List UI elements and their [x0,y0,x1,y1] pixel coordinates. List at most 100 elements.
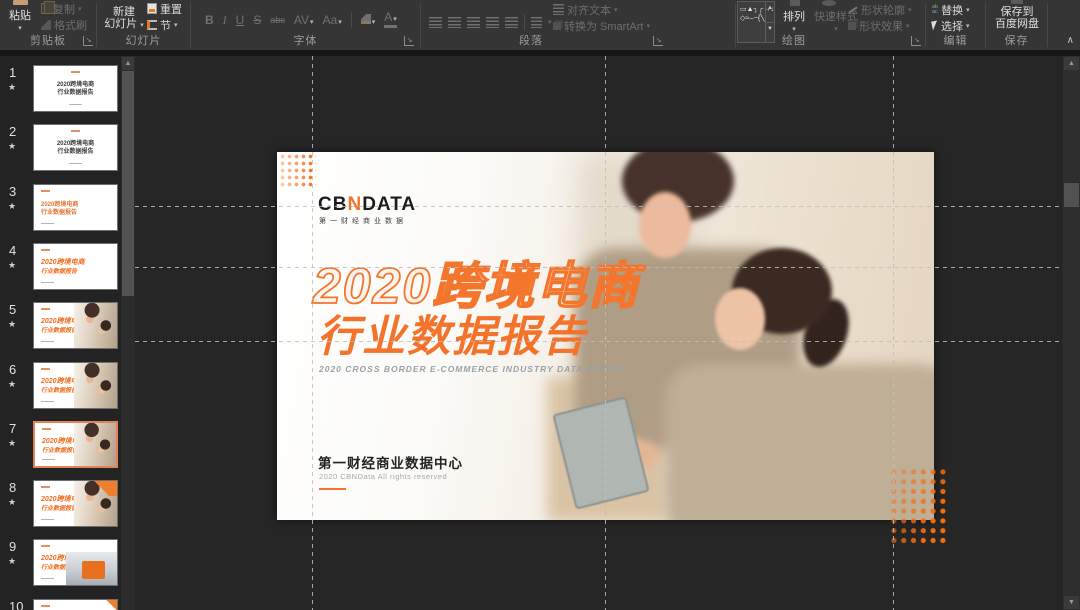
horizontal-guide-3[interactable] [135,341,1063,342]
ribbon-group-slides: 新建 幻灯片 ▾ 重置 节▾ 幻灯片 [97,0,190,50]
slide-number: 7 [9,421,16,436]
clipboard-dialog-launcher[interactable]: ↘ [83,36,93,46]
slide-number: 10 [9,599,23,610]
copy-icon [41,3,50,14]
slide-thumbnail-item[interactable]: 8 ★ 2020跨境电商 行业数据报告 [0,480,121,530]
ribbon-group-paragraph: ▾ 对齐文本▾ 转换为 SmartArt▾ 段落 ↘ [421,0,735,50]
slide-thumbnail[interactable]: 2020跨境电商 行业数据报告 [33,362,118,409]
paragraph-dialog-launcher[interactable]: ↘ [653,36,663,46]
select-button[interactable]: 选择▾ [932,18,970,33]
format-painter-button: 格式刷 [41,17,87,32]
distribute-icon [505,17,518,28]
logo-subtext: 第一财经商业数据 [319,216,407,226]
paste-dropdown-arrow[interactable]: ▾ [3,24,37,32]
slide-thumbnail[interactable]: 2020跨境电商 行业数据报告 [33,539,118,586]
slide-thumbnail-item[interactable]: 9 ★ 2020跨境电商 行业数据报告 [0,539,121,589]
cbndata-logo[interactable]: CBNDATA [318,194,416,216]
dots-pattern-bottom-right [889,467,947,546]
strikethrough-button: S [253,13,261,27]
reset-button[interactable]: 重置 [147,1,182,16]
font-dialog-launcher[interactable]: ↘ [404,36,414,46]
slide-thumbnail-item[interactable]: 10 ★ 2020跨境电商 行业数据报告 [0,599,121,610]
align-right-icon [467,17,480,28]
thumbnail-accent [82,481,117,496]
shape-effects-icon [848,22,856,30]
align-text-button: 对齐文本▾ [553,2,618,17]
slide-number: 8 [9,480,16,495]
justify-icon [486,17,499,28]
drawing-dialog-launcher[interactable]: ↘ [911,36,921,46]
copy-button: 复制▾ [41,1,82,16]
slide-number: 2 [9,124,16,139]
replace-button[interactable]: abac 替换▾ [932,2,970,17]
slide-number: 1 [9,65,16,80]
canvas-scroll-down-button[interactable]: ▼ [1064,596,1079,609]
font-color-button: A▾ [384,12,397,28]
slide-number: 3 [9,184,16,199]
slide-subtitle-english[interactable]: 2020 CROSS BORDER E-COMMERCE INDUSTRY DA… [319,364,628,374]
slide-thumbnail-item[interactable]: 2 ★ 2020跨境电商 行业数据报告 [0,124,121,174]
shape-outline-icon [848,6,857,13]
ribbon-group-drawing: ▭▲┐┌→↓ ◇≈⌢~{╲ ▲▼ 排列 ▾ 快速样式 ▾ 形状轮廓▾ 形状效果▾ [736,0,925,50]
slide-thumbnail[interactable]: 2020跨境电商 行业数据报告 [33,599,118,610]
select-cursor-icon [931,20,939,30]
vertical-guide-1[interactable] [312,56,313,610]
highlight-pen-icon [361,14,371,24]
thumbnail-photo [74,363,117,408]
clipboard-group-label: 剪贴板 [0,32,96,48]
canvas-scrollbar-thumb[interactable] [1064,183,1079,207]
paste-label: 粘贴 [9,10,31,22]
slide-thumbnail[interactable]: 2020跨境电商 行业数据报告 [33,480,118,527]
canvas-scroll-up-button[interactable]: ▲ [1064,57,1079,70]
smartart-icon [553,22,561,30]
section-button[interactable]: 节▾ [147,17,178,32]
thumbnail-scrollbar-thumb[interactable] [122,71,134,296]
horizontal-guide-1[interactable] [135,206,1063,207]
paste-button[interactable]: 粘贴 ▾ [3,0,37,32]
font-group-label: 字体 [191,32,420,48]
save-group-label: 保存 [986,32,1047,48]
vertical-guide-3[interactable] [893,56,894,610]
slide-thumbnail-item[interactable]: 5 ★ 2020跨境电商 行业数据报告 [0,302,121,352]
replace-icon: abac [932,5,938,15]
animation-star-icon: ★ [8,141,16,152]
shapes-row-2[interactable]: ◇≈⌢~{╲ [740,15,764,22]
save-to-baidu-button[interactable]: 保存到 百度网盘 [992,6,1042,30]
animation-star-icon: ★ [8,82,16,93]
slide-thumbnail-item[interactable]: 3 ★ 2020跨境电商 行业数据报告 [0,184,121,234]
horizontal-guide-2[interactable] [135,267,1063,268]
slide-thumbnail[interactable]: 2020跨境电商 行业数据报告 [33,65,118,112]
slide-number: 9 [9,539,16,554]
shape-effects-button: 形状效果▾ [848,18,910,33]
slide-footer-organization[interactable]: 第一财经商业数据中心 [318,452,463,472]
new-slide-button[interactable]: 新建 幻灯片 ▾ [101,6,147,32]
paragraph-group-label: 段落 [491,32,571,48]
slide-thumbnail-item[interactable]: 4 ★ 2020跨境电商 行业数据报告 [0,243,121,293]
slide-thumbnail[interactable]: 2020跨境电商 行业数据报告 [33,124,118,171]
arrange-button[interactable]: 排列 ▾ [778,8,810,33]
section-icon [147,20,157,30]
ribbon-group-save: 保存到 百度网盘 保存 [986,0,1047,50]
animation-star-icon: ★ [8,556,16,567]
slide-thumbnail[interactable]: 2020跨境电商 行业数据报告 [33,302,118,349]
slide-thumbnail[interactable]: 2020跨境电商 行业数据报告 [33,184,118,231]
slide-thumbnail-item[interactable]: 1 ★ 2020跨境电商 行业数据报告 [0,65,121,115]
drawing-group-label: 绘图 [766,32,822,48]
slide-number: 5 [9,302,16,317]
italic-button: I [223,13,227,28]
collapse-ribbon-button[interactable]: ∧ [1067,35,1074,46]
change-case-button: Aa▾ [323,13,342,27]
slide-title-line2[interactable]: 行业数据报告 [317,302,587,364]
slide-thumbnail[interactable]: 2020跨境电商 行业数据报告 [33,243,118,290]
thumbnail-accent [82,561,105,579]
canvas-scrollbar[interactable]: ▲ ▼ [1063,56,1080,610]
highlight-color-button: ▾ [361,13,376,27]
slide-thumbnail-item[interactable]: 6 ★ 2020跨境电商 行业数据报告 [0,362,121,412]
columns-icon [531,17,542,28]
thumbnail-scroll-up-button[interactable]: ▲ [122,57,134,70]
slide-thumbnail[interactable]: 2020跨境电商 行业数据报告 [33,421,118,468]
vertical-guide-2[interactable] [605,56,606,610]
thumbnail-scrollbar[interactable]: ▲ [121,56,135,610]
align-text-icon [553,4,564,15]
slide-thumbnail-item[interactable]: 7 ★ 2020跨境电商 行业数据报告 [0,421,121,471]
